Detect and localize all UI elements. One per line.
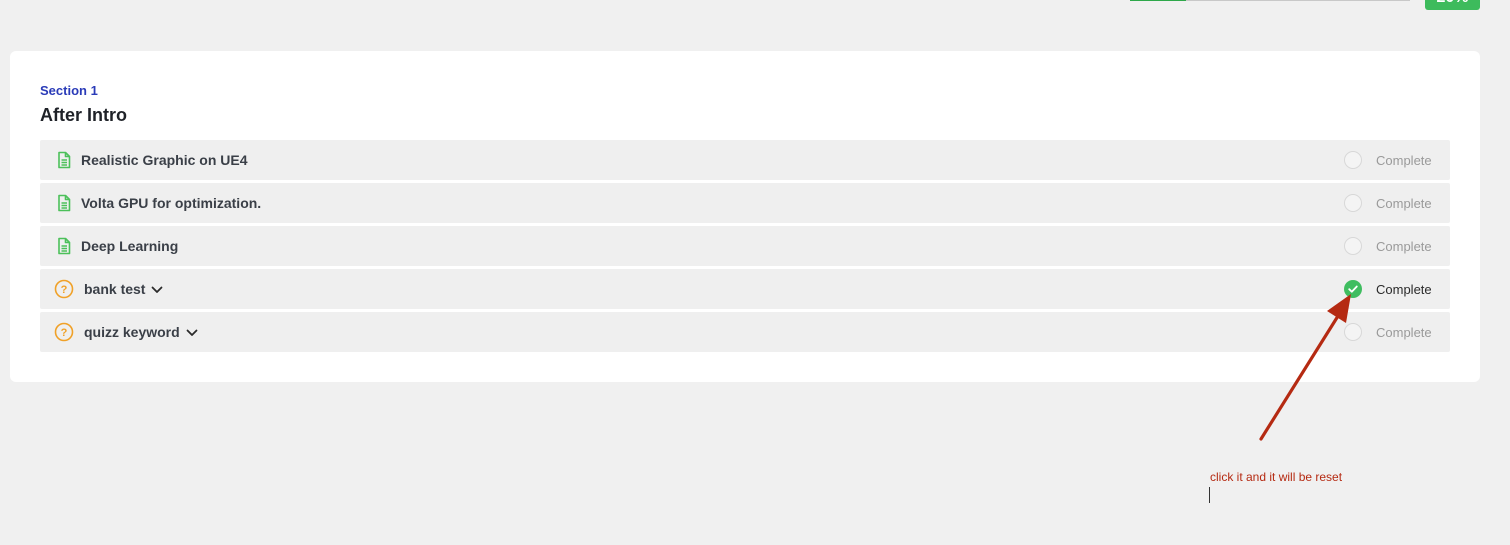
lesson-list: Realistic Graphic on UE4 Complete Volta …: [40, 140, 1450, 355]
document-icon: [55, 151, 73, 169]
complete-toggle[interactable]: [1344, 237, 1362, 255]
check-icon: [1348, 285, 1358, 293]
lesson-row[interactable]: Deep Learning Complete: [40, 226, 1450, 266]
complete-toggle[interactable]: [1344, 323, 1362, 341]
question-icon: ?: [54, 322, 74, 342]
complete-label[interactable]: Complete: [1376, 196, 1432, 211]
lesson-title[interactable]: Realistic Graphic on UE4: [81, 152, 248, 168]
lesson-row[interactable]: Realistic Graphic on UE4 Complete: [40, 140, 1450, 180]
complete-label[interactable]: Complete: [1376, 153, 1432, 168]
lesson-title[interactable]: Volta GPU for optimization.: [81, 195, 261, 211]
chevron-down-icon[interactable]: [186, 324, 198, 340]
complete-toggle-checked[interactable]: [1344, 280, 1362, 298]
quiz-title[interactable]: bank test: [84, 281, 163, 297]
quiz-title-text: quizz keyword: [84, 324, 180, 340]
quiz-title[interactable]: quizz keyword: [84, 324, 198, 340]
quiz-title-text: bank test: [84, 281, 146, 297]
page: 20% Section 1 After Intro Realistic Grap…: [0, 0, 1510, 545]
text-cursor: [1209, 487, 1210, 503]
progress-bar-fill: [1130, 0, 1186, 1]
progress-percent-badge: 20%: [1425, 0, 1480, 10]
progress-bar: [1130, 0, 1410, 1]
complete-toggle[interactable]: [1344, 151, 1362, 169]
section-card: Section 1 After Intro Realistic Graphic …: [10, 51, 1480, 382]
annotation-text[interactable]: click it and it will be reset: [1210, 470, 1342, 484]
lesson-title[interactable]: Deep Learning: [81, 238, 178, 254]
svg-text:?: ?: [61, 327, 68, 339]
complete-label[interactable]: Complete: [1376, 325, 1432, 340]
complete-label[interactable]: Complete: [1376, 282, 1432, 297]
section-title: After Intro: [40, 105, 127, 125]
svg-text:?: ?: [61, 284, 68, 296]
document-icon: [55, 194, 73, 212]
question-icon: ?: [54, 279, 74, 299]
complete-label[interactable]: Complete: [1376, 239, 1432, 254]
quiz-row[interactable]: ? bank test Complete: [40, 269, 1450, 309]
quiz-row[interactable]: ? quizz keyword Complete: [40, 312, 1450, 352]
section-label: Section 1: [40, 83, 98, 98]
course-header: 20%: [0, 0, 1510, 12]
chevron-down-icon[interactable]: [151, 281, 163, 297]
lesson-row[interactable]: Volta GPU for optimization. Complete: [40, 183, 1450, 223]
complete-toggle[interactable]: [1344, 194, 1362, 212]
document-icon: [55, 237, 73, 255]
